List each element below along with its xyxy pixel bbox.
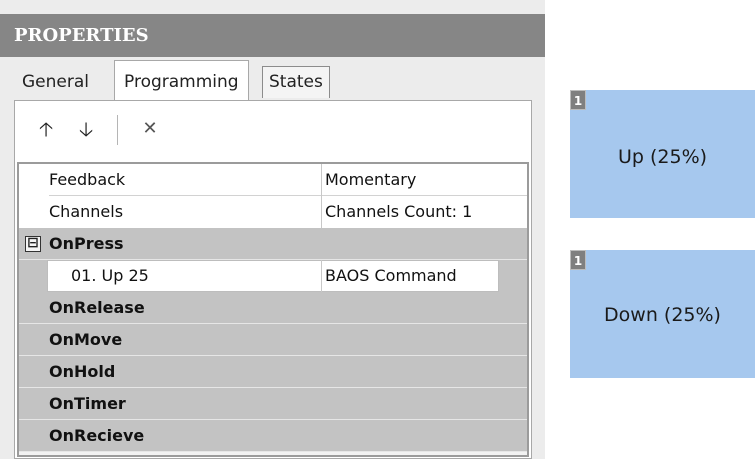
row-gutter	[19, 164, 49, 196]
toolbar: 🡡 🡣 ✕	[15, 101, 531, 159]
event-name: OnTimer	[49, 394, 126, 413]
property-name: Channels	[49, 202, 124, 221]
panel-title: PROPERTIES	[0, 14, 545, 57]
command-type[interactable]: BAOS Command	[321, 260, 457, 292]
tile-up-25[interactable]: 1 Up (25%)	[570, 90, 755, 218]
row-gutter	[19, 196, 49, 228]
collapse-icon[interactable]: ⊟	[25, 236, 41, 252]
event-name: OnRecieve	[49, 426, 145, 445]
tile-badge: 1	[570, 250, 586, 270]
property-value[interactable]: Momentary	[321, 164, 416, 196]
event-row-onpress[interactable]: ⊟ OnPress	[19, 228, 527, 260]
event-row-onrecieve[interactable]: OnRecieve	[19, 420, 527, 452]
tab-general[interactable]: General	[14, 64, 97, 100]
event-name: OnPress	[49, 234, 124, 253]
close-icon[interactable]: ✕	[137, 115, 163, 143]
event-row-onrelease[interactable]: OnRelease	[19, 292, 527, 324]
properties-panel: PROPERTIES General Programming States 🡡 …	[0, 0, 545, 459]
tile-label: Up (25%)	[617, 146, 708, 168]
event-name: OnRelease	[49, 298, 145, 317]
arrow-up-icon[interactable]: 🡡	[33, 115, 59, 143]
arrow-down-icon[interactable]: 🡣	[73, 115, 99, 143]
property-name: Feedback	[49, 170, 126, 189]
property-row-feedback[interactable]: Feedback Momentary	[19, 164, 527, 196]
event-name: OnHold	[49, 362, 116, 381]
tab-programming[interactable]: Programming	[114, 60, 249, 100]
tab-states[interactable]: States	[262, 66, 330, 98]
event-row-onmove[interactable]: OnMove	[19, 324, 527, 356]
tile-down-25[interactable]: 1 Down (25%)	[570, 250, 755, 378]
tile-badge: 1	[570, 90, 586, 110]
property-value[interactable]: Channels Count: 1	[321, 196, 472, 228]
event-name: OnMove	[49, 330, 123, 349]
property-grid: Feedback Momentary Channels Channels Cou…	[17, 162, 529, 457]
programming-tab-content: 🡡 🡣 ✕ Feedback Momentary Channels Channe…	[14, 100, 532, 459]
command-name: 01. Up 25	[71, 266, 149, 285]
toolbar-separator	[117, 115, 118, 145]
command-row[interactable]: 01. Up 25 BAOS Command	[19, 260, 527, 292]
tile-label: Down (25%)	[604, 304, 721, 326]
event-row-ontimer[interactable]: OnTimer	[19, 388, 527, 420]
property-row-channels[interactable]: Channels Channels Count: 1	[19, 196, 527, 228]
event-row-onhold[interactable]: OnHold	[19, 356, 527, 388]
